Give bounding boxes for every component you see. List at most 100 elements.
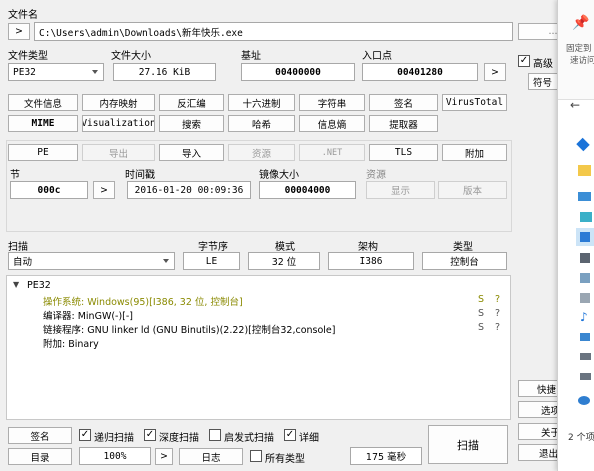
compiler-info-button[interactable]: ? <box>495 308 500 319</box>
memory-map-button[interactable]: 内存映射 <box>82 94 155 111</box>
tree-expand-icon[interactable]: ▼ <box>13 280 19 289</box>
resource-show-button[interactable]: 显示 <box>366 181 435 199</box>
architecture-label: 架构 <box>358 242 378 253</box>
desktop-icon[interactable] <box>578 192 591 201</box>
architecture-field: I386 <box>328 252 414 270</box>
os-info-button[interactable]: ? <box>495 294 500 305</box>
file-type-label: 文件类型 <box>8 51 48 62</box>
documents-icon[interactable] <box>580 253 590 263</box>
file-type-select[interactable]: PE32 <box>8 63 104 81</box>
all-types-label: 所有类型 <box>265 454 305 465</box>
chevron-down-icon <box>92 70 98 74</box>
pe-button[interactable]: PE <box>8 144 78 161</box>
endianness-field: LE <box>183 252 240 270</box>
zoom-button[interactable]: > <box>155 448 173 465</box>
image-size-label: 镜像大小 <box>259 170 299 181</box>
tls-button[interactable]: TLS <box>369 144 438 161</box>
extractor-button[interactable]: 提取器 <box>369 115 438 132</box>
file-path-field[interactable]: C:\Users\admin\Downloads\新年快乐.exe <box>34 22 513 41</box>
verbose-label: 详细 <box>299 433 319 444</box>
tree-root-pe32[interactable]: PE32 <box>27 280 51 291</box>
resource-version-button[interactable]: 版本 <box>438 181 507 199</box>
entry-point-button[interactable]: > <box>484 63 506 81</box>
videos-icon[interactable] <box>580 293 590 303</box>
log-button[interactable]: 日志 <box>179 448 243 465</box>
type-field: 控制台 <box>422 252 507 270</box>
base-address-label: 基址 <box>241 51 261 62</box>
mode-label: 模式 <box>275 242 295 253</box>
strings-button[interactable]: 字符串 <box>299 94 365 111</box>
export-button[interactable]: 导出 <box>82 144 155 161</box>
recursive-scan-checkbox[interactable]: ✓ <box>79 429 91 441</box>
tree-item-linker[interactable]: 链接程序: GNU linker ld (GNU Binutils)(2.22)… <box>43 322 335 336</box>
advanced-label: 高级 <box>533 59 553 70</box>
entropy-button[interactable]: 信息熵 <box>299 115 365 132</box>
linker-info-button[interactable]: ? <box>495 322 500 333</box>
mode-field: 32 位 <box>248 252 320 270</box>
scan-results-tree[interactable]: ▼ PE32 操作系统: Windows(95)[I386, 32 位, 控制台… <box>6 275 511 420</box>
back-arrow-icon[interactable]: ← <box>570 98 580 112</box>
search-button[interactable]: 搜索 <box>159 115 224 132</box>
music-icon[interactable]: ♪ <box>580 310 588 324</box>
resource-label: 资源 <box>366 170 386 181</box>
recursive-scan-label: 递归扫描 <box>94 433 134 444</box>
scan-mode-select[interactable]: 自动 <box>8 252 175 270</box>
section-label: 节 <box>10 170 20 181</box>
all-types-checkbox[interactable] <box>250 450 262 462</box>
file-info-button[interactable]: 文件信息 <box>8 94 78 111</box>
downloads-icon[interactable] <box>580 232 590 242</box>
file-size-field: 27.16 KiB <box>113 63 216 81</box>
compiler-signature-flag[interactable]: S <box>478 308 484 319</box>
network-icon[interactable] <box>578 396 590 405</box>
scan-mode-value: 自动 <box>13 257 33 268</box>
os-signature-flag[interactable]: S <box>478 294 484 305</box>
deep-scan-checkbox[interactable]: ✓ <box>144 429 156 441</box>
resources-button[interactable]: 资源 <box>228 144 295 161</box>
entry-point-field: 00401280 <box>362 63 478 81</box>
signatures-button[interactable]: 签名 <box>369 94 438 111</box>
overlay-button[interactable]: 附加 <box>442 144 507 161</box>
signature-button[interactable]: 签名 <box>8 427 72 444</box>
drive-c-icon[interactable] <box>580 353 591 360</box>
pictures-icon[interactable] <box>580 273 590 283</box>
advanced-checkbox[interactable]: ✓ <box>518 55 530 67</box>
tree-item-os[interactable]: 操作系统: Windows(95)[I386, 32 位, 控制台] <box>43 294 243 308</box>
folder-icon[interactable] <box>578 165 591 176</box>
this-pc-icon[interactable] <box>580 333 590 341</box>
hex-button[interactable]: 十六进制 <box>228 94 295 111</box>
tree-item-overlay[interactable]: 附加: Binary <box>43 336 99 350</box>
verbose-checkbox[interactable]: ✓ <box>284 429 296 441</box>
section-button[interactable]: > <box>93 181 115 199</box>
linker-signature-flag[interactable]: S <box>478 322 484 333</box>
pin-quick-access-line1: 固定到 <box>566 44 592 54</box>
file-browse-button[interactable]: > <box>8 23 30 40</box>
tree-item-compiler[interactable]: 编译器: MinGW(-)[-] <box>43 308 133 322</box>
dotnet-button[interactable]: .NET <box>299 144 365 161</box>
file-type-value: PE32 <box>13 66 36 78</box>
mime-button[interactable]: MIME <box>8 115 78 132</box>
section-count-field: 000c <box>10 181 88 199</box>
file-size-label: 文件大小 <box>111 51 151 62</box>
objects-3d-icon[interactable] <box>580 212 592 222</box>
base-address-field: 00400000 <box>241 63 355 81</box>
explorer-window: 📌 固定到 速访问 ← ♪ 2 个项 <box>557 0 594 471</box>
zoom-field: 100% <box>79 447 151 465</box>
quick-access-star-icon[interactable] <box>576 137 590 152</box>
deep-scan-label: 深度扫描 <box>159 433 199 444</box>
entry-point-label: 入口点 <box>362 51 392 62</box>
disassembly-button[interactable]: 反汇编 <box>159 94 224 111</box>
scan-label: 扫描 <box>8 242 28 253</box>
scan-button[interactable]: 扫描 <box>428 425 508 464</box>
import-button[interactable]: 导入 <box>159 144 224 161</box>
hash-button[interactable]: 哈希 <box>228 115 295 132</box>
elapsed-time-field: 175 毫秒 <box>350 447 422 465</box>
heuristic-scan-checkbox[interactable] <box>209 429 221 441</box>
timestamp-label: 时间戳 <box>125 170 155 181</box>
heuristic-scan-label: 启发式扫描 <box>224 433 274 444</box>
type-label: 类型 <box>453 242 473 253</box>
visualization-button[interactable]: Visualization <box>82 115 155 132</box>
directory-button[interactable]: 目录 <box>8 448 72 465</box>
drive-d-icon[interactable] <box>580 373 591 380</box>
pin-icon[interactable]: 📌 <box>572 15 589 31</box>
virustotal-button[interactable]: VirusTotal <box>442 94 507 111</box>
